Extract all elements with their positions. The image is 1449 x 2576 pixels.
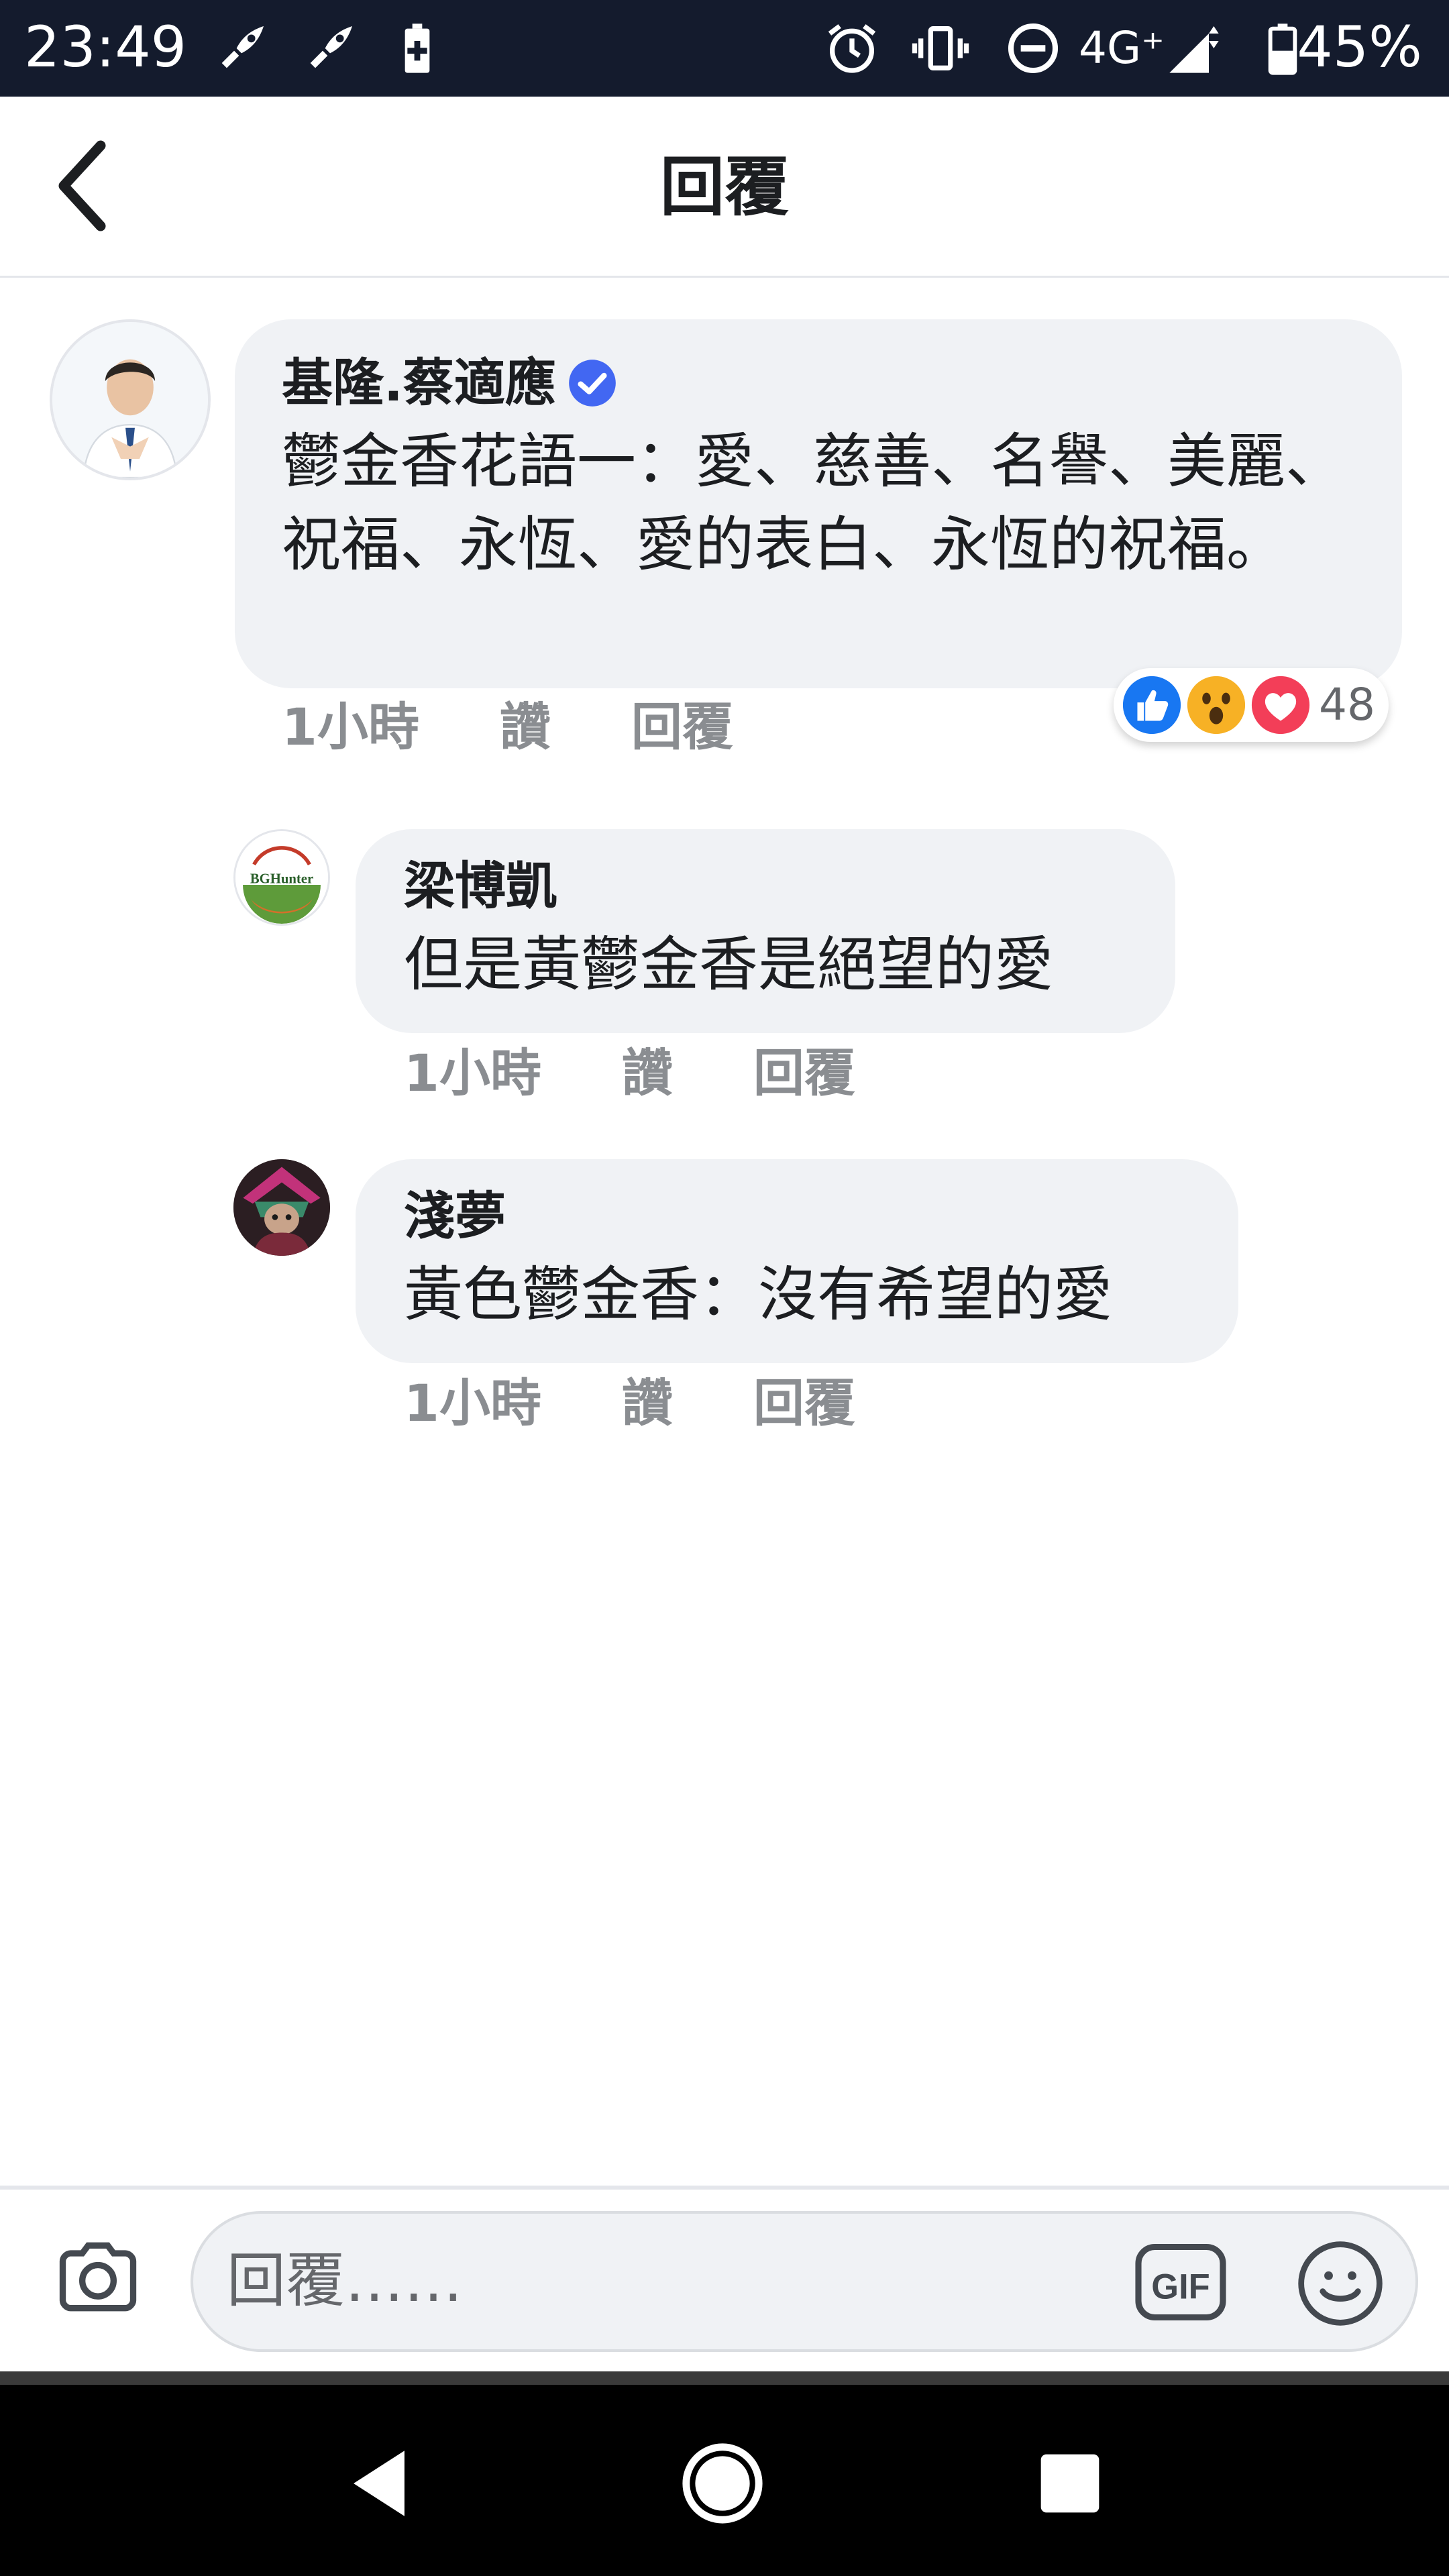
rocket-icon bbox=[221, 26, 264, 68]
battery-saver-icon bbox=[405, 23, 430, 73]
wow-icon bbox=[1185, 674, 1248, 737]
reactions-summary[interactable]: 48 bbox=[1114, 668, 1389, 742]
status-time: 23:49 bbox=[24, 14, 187, 80]
page-title: 回覆 bbox=[660, 150, 789, 225]
bghunter-logo-icon: BGHunter bbox=[235, 831, 328, 924]
gif-icon[interactable]: GIF bbox=[1134, 2241, 1228, 2324]
reply-input[interactable]: 回覆…… GIF bbox=[191, 2211, 1418, 2352]
verified-badge-icon bbox=[569, 360, 616, 407]
nav-divider bbox=[0, 2371, 1449, 2385]
comment-actions: 1小時 讚 回覆 bbox=[282, 694, 814, 761]
comment-author[interactable]: 基隆.蔡適應 bbox=[282, 346, 1355, 420]
reaction-count: 48 bbox=[1319, 679, 1375, 731]
reply-button[interactable]: 回覆 bbox=[631, 694, 733, 761]
comment-time: 1小時 bbox=[282, 697, 419, 757]
like-button[interactable]: 讚 bbox=[500, 694, 551, 761]
header: 回覆 bbox=[0, 97, 1449, 278]
comment-text: 鬱金香花語一：愛、慈善、名譽、美麗、祝福、永恆、愛的表白、永恆的祝福。 bbox=[282, 427, 1345, 579]
reply-composer: 回覆…… GIF bbox=[0, 2186, 1449, 2375]
avatar[interactable] bbox=[233, 1159, 330, 1256]
back-triangle-icon[interactable] bbox=[335, 2440, 423, 2527]
like-icon bbox=[1120, 674, 1183, 737]
reply-button[interactable]: 回覆 bbox=[753, 1040, 855, 1107]
comment-bubble: 淺夢 黃色鬱金香：沒有希望的愛 bbox=[356, 1159, 1238, 1363]
home-circle-icon[interactable] bbox=[679, 2440, 766, 2527]
emoji-icon[interactable] bbox=[1293, 2237, 1387, 2330]
comment-actions: 1小時 讚 回覆 bbox=[404, 1370, 936, 1437]
reply-button[interactable]: 回覆 bbox=[753, 1370, 855, 1437]
like-button[interactable]: 讚 bbox=[622, 1370, 673, 1437]
status-bar: 23:49 4G⁺ 45% bbox=[0, 0, 1449, 97]
comment-author[interactable]: 淺夢 bbox=[404, 1179, 1190, 1253]
comment-actions: 1小時 讚 回覆 bbox=[404, 1040, 936, 1107]
battery-percent: 45% bbox=[1297, 14, 1422, 80]
camera-icon[interactable] bbox=[51, 2230, 145, 2324]
comment-bubble: 基隆.蔡適應 鬱金香花語一：愛、慈善、名譽、美麗、祝福、永恆、愛的表白、永恆的祝… bbox=[235, 319, 1402, 688]
signal-icon bbox=[1169, 26, 1219, 73]
love-icon bbox=[1249, 674, 1312, 737]
comment-author[interactable]: 梁博凱 bbox=[404, 849, 1127, 923]
comment-time: 1小時 bbox=[404, 1373, 541, 1433]
network-type: 4G⁺ bbox=[1079, 22, 1165, 74]
rocket-icon bbox=[310, 26, 352, 68]
gif-label: GIF bbox=[1151, 2267, 1210, 2307]
recents-square-icon[interactable] bbox=[1026, 2440, 1114, 2527]
game-character-avatar-icon bbox=[233, 1159, 330, 1256]
do-not-disturb-icon bbox=[1008, 23, 1059, 74]
avatar-logo-text: BGHunter bbox=[250, 871, 313, 886]
comment-text: 但是黃鬱金香是絕望的愛 bbox=[404, 930, 1054, 999]
author-name[interactable]: 基隆.蔡適應 bbox=[282, 346, 556, 420]
comment-bubble: 梁博凱 但是黃鬱金香是絕望的愛 bbox=[356, 829, 1175, 1033]
alarm-icon bbox=[828, 24, 876, 73]
person-avatar-icon bbox=[52, 322, 208, 478]
comment-time: 1小時 bbox=[404, 1043, 541, 1103]
avatar[interactable]: BGHunter bbox=[233, 829, 330, 926]
comment-text: 黃色鬱金香：沒有希望的愛 bbox=[404, 1260, 1113, 1329]
vibrate-icon bbox=[912, 26, 969, 70]
system-nav-bar bbox=[0, 2385, 1449, 2576]
reply-input-placeholder[interactable]: 回覆…… bbox=[227, 2214, 463, 2348]
avatar[interactable] bbox=[50, 319, 211, 480]
like-button[interactable]: 讚 bbox=[622, 1040, 673, 1107]
